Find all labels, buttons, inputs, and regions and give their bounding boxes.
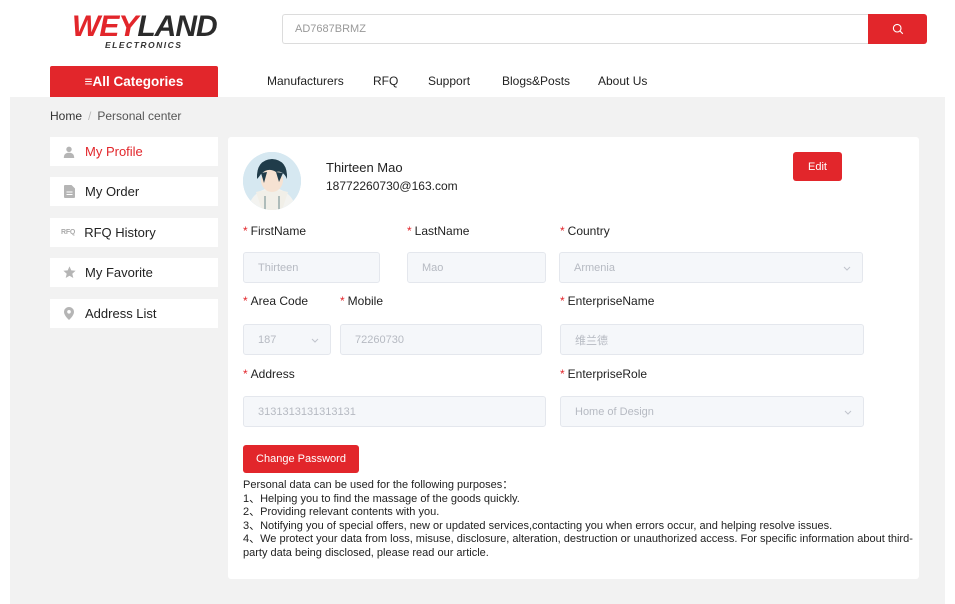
user-name: Thirteen Mao	[326, 160, 403, 175]
privacy-note-item: 4、We protect your data from loss, misuse…	[243, 533, 913, 559]
privacy-note-intro: Personal data can be used for the follow…	[243, 479, 514, 491]
mobile-label: * Mobile	[340, 294, 384, 308]
breadcrumb-current: Personal center	[97, 109, 182, 123]
profile-card: Thirteen Mao 18772260730@163.com Edit * F…	[228, 137, 919, 579]
enterprise-role-select[interactable]: Home of Design	[560, 396, 864, 427]
edit-button[interactable]: Edit	[793, 152, 842, 181]
privacy-note-item: 1、Helping you to find the massage of the…	[243, 492, 520, 505]
area-code-select[interactable]: 187	[243, 324, 331, 355]
enterprise-name-field[interactable]: 维兰德	[560, 324, 864, 355]
sidebar-item-address-list[interactable]: Address List	[50, 299, 218, 328]
nav-blogs-posts[interactable]: Blogs&Posts	[502, 74, 570, 88]
privacy-note-item: 3、Notifying you of special offers, new o…	[243, 519, 833, 532]
search-icon	[892, 23, 903, 35]
sidebar-item-label: RFQ History	[84, 225, 156, 240]
search-button[interactable]	[868, 14, 927, 44]
enterprise-role-label: * EnterpriseRole	[560, 367, 648, 381]
sidebar-item-rfq-history[interactable]: RFQ RFQ History	[50, 218, 218, 247]
rfq-icon: RFQ	[61, 229, 76, 236]
logo-subtitle: ELECTRONICS	[105, 40, 183, 50]
privacy-notes: Personal data can be used for the follow…	[243, 479, 913, 561]
breadcrumb-home[interactable]: Home	[50, 109, 82, 123]
lastname-label: * LastName	[407, 224, 470, 238]
privacy-note-item: 2、Providing relevant contents with you.	[243, 506, 440, 519]
sidebar-item-label: My Favorite	[85, 265, 153, 280]
country-select[interactable]: Armenia	[559, 252, 863, 283]
search-box	[282, 14, 869, 44]
area-code-label: * Area Code	[243, 294, 309, 308]
address-label: * Address	[243, 367, 295, 381]
firstname-label: * FirstName	[243, 224, 307, 238]
chevron-down-icon	[843, 266, 851, 271]
sidebar-item-label: My Profile	[85, 144, 143, 159]
user-icon	[62, 145, 76, 159]
search-input[interactable]	[283, 15, 869, 43]
breadcrumb: Home / Personal center	[50, 109, 181, 123]
logo-text-dark: LAND	[137, 10, 217, 43]
nav-manufacturers[interactable]: Manufacturers	[267, 74, 344, 88]
nav-rfq[interactable]: RFQ	[373, 74, 398, 88]
sidebar-item-my-profile[interactable]: My Profile	[50, 137, 218, 166]
logo-text-red: WEY	[72, 10, 138, 43]
chevron-down-icon	[844, 410, 852, 415]
firstname-field[interactable]: Thirteen	[243, 252, 380, 283]
weyland-logo[interactable]: WEYLAND ELECTRONICS	[72, 10, 218, 52]
site-header: WEYLAND ELECTRONICS ≡All Categories Manu…	[0, 0, 955, 97]
sidebar-item-my-order[interactable]: My Order	[50, 177, 218, 206]
avatar[interactable]	[243, 152, 301, 210]
star-icon	[62, 266, 76, 280]
chevron-down-icon	[311, 338, 319, 343]
sidebar-item-label: My Order	[85, 184, 140, 199]
change-password-button[interactable]: Change Password	[243, 445, 359, 473]
country-label: * Country	[560, 224, 610, 238]
user-email: 18772260730@163.com	[326, 179, 458, 193]
nav-about-us[interactable]: About Us	[598, 74, 647, 88]
document-icon	[62, 185, 76, 199]
enterprise-name-label: * EnterpriseName	[560, 294, 655, 308]
all-categories-button[interactable]: ≡All Categories	[50, 66, 218, 97]
lastname-field[interactable]: Mao	[407, 252, 546, 283]
sidebar-item-label: Address List	[85, 306, 157, 321]
breadcrumb-separator: /	[88, 109, 92, 123]
nav-support[interactable]: Support	[428, 74, 470, 88]
mobile-field[interactable]: 72260730	[340, 324, 542, 355]
location-pin-icon	[62, 307, 76, 321]
sidebar-item-my-favorite[interactable]: My Favorite	[50, 258, 218, 287]
address-field[interactable]: 3131313131313131	[243, 396, 546, 427]
